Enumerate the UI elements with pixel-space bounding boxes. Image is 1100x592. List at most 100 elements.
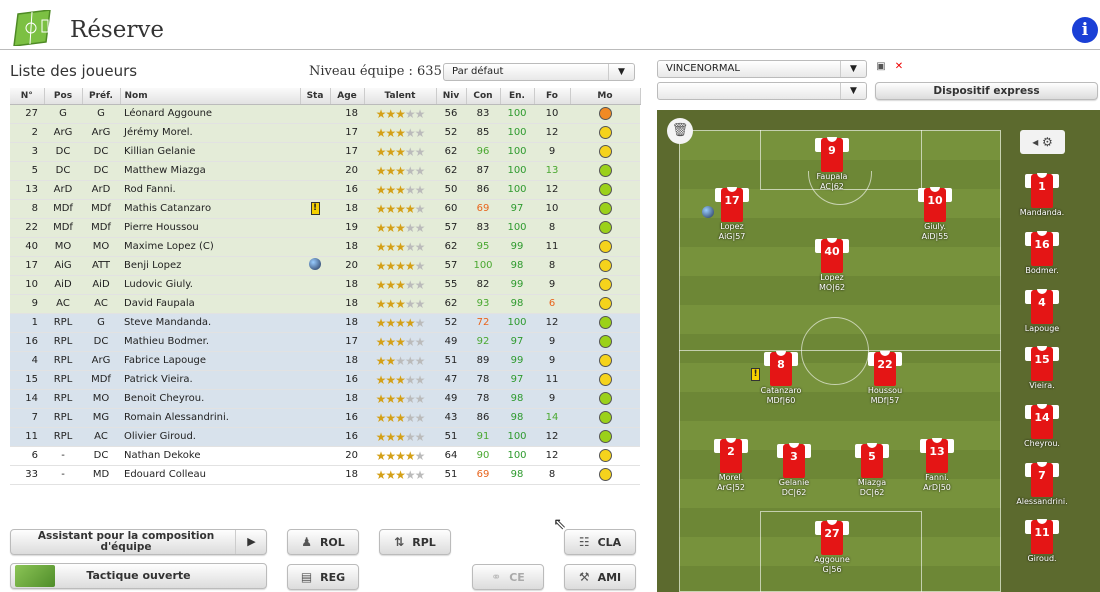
- pitch-player[interactable]: 3 Gelanie DC|62: [764, 440, 824, 498]
- table-row[interactable]: 9 AC AC David Faupala 18 ★★★★★ 62 93 98 6: [10, 294, 640, 314]
- table-row[interactable]: 33- MD Edouard Colleau 18 ★★★★★ 51 69 98 8: [10, 465, 640, 485]
- cell-fo: 10: [534, 199, 570, 219]
- table-row[interactable]: 2 ArG ArG Jérémy Morel. 17 ★★★★★ 52 85 100 12: [10, 123, 640, 143]
- play-icon[interactable]: ▶: [235, 530, 267, 554]
- cell-fo: 12: [534, 313, 570, 333]
- cell-en: 100: [500, 427, 534, 447]
- table-row[interactable]: 13 ArD ArD Rod Fanni. 16 ★★★★★ 50 86 100 12: [10, 180, 640, 200]
- column-header[interactable]: Pos: [44, 88, 83, 105]
- tactique-button[interactable]: Tactique ouverte: [10, 563, 267, 589]
- pitch-player[interactable]: 5 Miazga DC|62: [842, 440, 902, 498]
- column-header[interactable]: Préf.: [82, 88, 121, 105]
- table-row[interactable]: 3 DC DC Killian Gelanie 17 ★★★★★ 62 96 100 9: [10, 142, 640, 162]
- pitch-player[interactable]: 22 Houssou MDf|57: [855, 348, 915, 406]
- shirt-icon: 10: [918, 184, 952, 222]
- cell-en: 97: [500, 199, 534, 219]
- assistant-button[interactable]: Assistant pour la composition d'équipe ▶: [10, 529, 267, 555]
- column-header[interactable]: Niv: [436, 88, 467, 105]
- cell-mo: [570, 389, 640, 409]
- column-header[interactable]: Sta: [300, 88, 331, 105]
- cell-n: 6: [10, 446, 44, 466]
- column-header[interactable]: Fo: [534, 88, 571, 105]
- morale-dot-icon: [598, 259, 612, 272]
- pitch-player[interactable]: 13 Fanni. ArD|50: [907, 435, 967, 493]
- info-button[interactable]: i: [1072, 17, 1098, 43]
- dispositif-express-button[interactable]: Dispositif express: [875, 82, 1098, 100]
- pitch-player[interactable]: 40 Lopez MO|62: [802, 235, 862, 293]
- pitch-player-name: Gelanie: [778, 478, 810, 487]
- mouse-cursor-icon: ⇖: [553, 514, 567, 533]
- cell-mo: [570, 370, 640, 390]
- cell-pref: ArG: [82, 351, 120, 371]
- cell-fo: 8: [534, 256, 570, 276]
- cell-pref: ATT: [82, 256, 120, 276]
- cell-n: 7: [10, 408, 44, 428]
- reg-button[interactable]: ▤ REG: [287, 564, 359, 590]
- shirt-icon: 17: [715, 184, 749, 222]
- bench-player-name: Lapouge: [1024, 324, 1060, 333]
- column-header[interactable]: Mo: [570, 88, 641, 105]
- cell-niv: 55: [436, 275, 466, 295]
- ce-button[interactable]: ⚭ CE: [472, 564, 544, 590]
- cell-n: 22: [10, 218, 44, 238]
- pitch-player[interactable]: ! 8 Catanzaro MDf|60: [751, 348, 811, 406]
- table-row[interactable]: 4 RPL ArG Fabrice Lapouge 18 ★★★★★ 51 89 99 9: [10, 351, 640, 371]
- cell-n: 1: [10, 313, 44, 333]
- settings-toggle-button[interactable]: ◂ ⚙: [1020, 130, 1065, 154]
- bench-player[interactable]: 1 Mandanda.: [1012, 170, 1072, 218]
- cell-mo: [570, 237, 640, 257]
- bench-player[interactable]: 14 Cheyrou.: [1012, 401, 1072, 449]
- table-row[interactable]: 27 G G Léonard Aggoune 18 ★★★★★ 56 83 100 10: [10, 104, 640, 124]
- cla-button[interactable]: ☷ CLA: [564, 529, 636, 555]
- close-icon[interactable]: ✕: [893, 61, 905, 73]
- cell-pos: AC: [44, 294, 82, 314]
- sort-select[interactable]: Par défaut ▼: [443, 63, 635, 81]
- bench-player[interactable]: 4 Lapouge: [1012, 286, 1072, 334]
- pitch-player[interactable]: 10 Giuly. AiD|55: [905, 184, 965, 242]
- pitch-player[interactable]: 9 Faupala AC|62: [802, 134, 862, 192]
- ami-button[interactable]: ⚒ AMI: [564, 564, 636, 590]
- cell-age: 16: [330, 427, 364, 447]
- column-header[interactable]: En.: [500, 88, 535, 105]
- table-row[interactable]: 1 RPL G Steve Mandanda. 18 ★★★★★ 52 72 100 12: [10, 313, 640, 333]
- table-row[interactable]: 40 MO MO Maxime Lopez (C) 18 ★★★★★ 62 95 99 11: [10, 237, 640, 257]
- bench-player[interactable]: 16 Bodmer.: [1012, 228, 1072, 276]
- pitch-player[interactable]: 17 Lopez AiG|57: [702, 184, 762, 242]
- pitch-player[interactable]: 2 Morel. ArG|52: [701, 435, 761, 493]
- shirt-icon: 8: [764, 348, 798, 386]
- column-header[interactable]: N°: [10, 88, 45, 105]
- table-row[interactable]: 22 MDf MDf Pierre Houssou 19 ★★★★★ 57 83 100 8: [10, 218, 640, 238]
- bench-player[interactable]: 7 Alessandrini.: [1012, 459, 1072, 507]
- table-row[interactable]: 14 RPL MO Benoit Cheyrou. 18 ★★★★★ 49 78 98 9: [10, 389, 640, 409]
- table-row[interactable]: 10 AiD AiD Ludovic Giuly. 18 ★★★★★ 55 82 99 9: [10, 275, 640, 295]
- bench-player[interactable]: 15 Vieira.: [1012, 343, 1072, 391]
- talent-stars-icon: ★★★★★: [375, 201, 426, 216]
- table-row[interactable]: 7 RPL MG Romain Alessandrini. 16 ★★★★★ 43 86 98 1…: [10, 408, 640, 428]
- table-row[interactable]: 6- DC Nathan Dekoke 20 ★★★★★ 64 90 100 12: [10, 446, 640, 466]
- rol-button[interactable]: ♟ ROL: [287, 529, 359, 555]
- column-header[interactable]: Talent: [364, 88, 437, 105]
- bench-player[interactable]: 11 Giroud.: [1012, 516, 1072, 564]
- globe-icon: [309, 258, 321, 270]
- rpl-button[interactable]: ⇅ RPL: [379, 529, 451, 555]
- formation-select[interactable]: VINCENORMAL ▼: [657, 60, 867, 78]
- trash-icon[interactable]: 🗑: [667, 118, 693, 144]
- cell-n: 40: [10, 237, 44, 257]
- column-header[interactable]: Nom: [120, 88, 301, 105]
- column-header[interactable]: Age: [330, 88, 365, 105]
- save-icon[interactable]: ▣: [875, 61, 887, 73]
- table-row[interactable]: 15 RPL MDf Patrick Vieira. 16 ★★★★★ 47 78 97 11: [10, 370, 640, 390]
- cell-age: 16: [330, 370, 364, 390]
- cell-fo: 8: [534, 218, 570, 238]
- table-row[interactable]: 8 MDf MDf Mathis Catanzaro! 18 ★★★★★ 60 69 97 10: [10, 199, 640, 219]
- table-row[interactable]: 11 RPL AC Olivier Giroud. 16 ★★★★★ 51 91 100 12: [10, 427, 640, 447]
- second-select[interactable]: ▼: [657, 82, 867, 100]
- table-row[interactable]: 17 AiG ATT Benji Lopez 20 ★★★★★ 57 100 98 8: [10, 256, 640, 276]
- cell-con: 100: [466, 256, 500, 276]
- table-row[interactable]: 5 DC DC Matthew Miazga 20 ★★★★★ 62 87 100 13: [10, 161, 640, 181]
- column-header[interactable]: Con: [466, 88, 501, 105]
- pitch-player[interactable]: 27 Aggoune G|56: [802, 517, 862, 575]
- table-row[interactable]: 16 RPL DC Mathieu Bodmer. 17 ★★★★★ 49 92 97 9: [10, 332, 640, 352]
- chevron-down-icon: ▼: [608, 64, 634, 80]
- cell-con: 82: [466, 275, 500, 295]
